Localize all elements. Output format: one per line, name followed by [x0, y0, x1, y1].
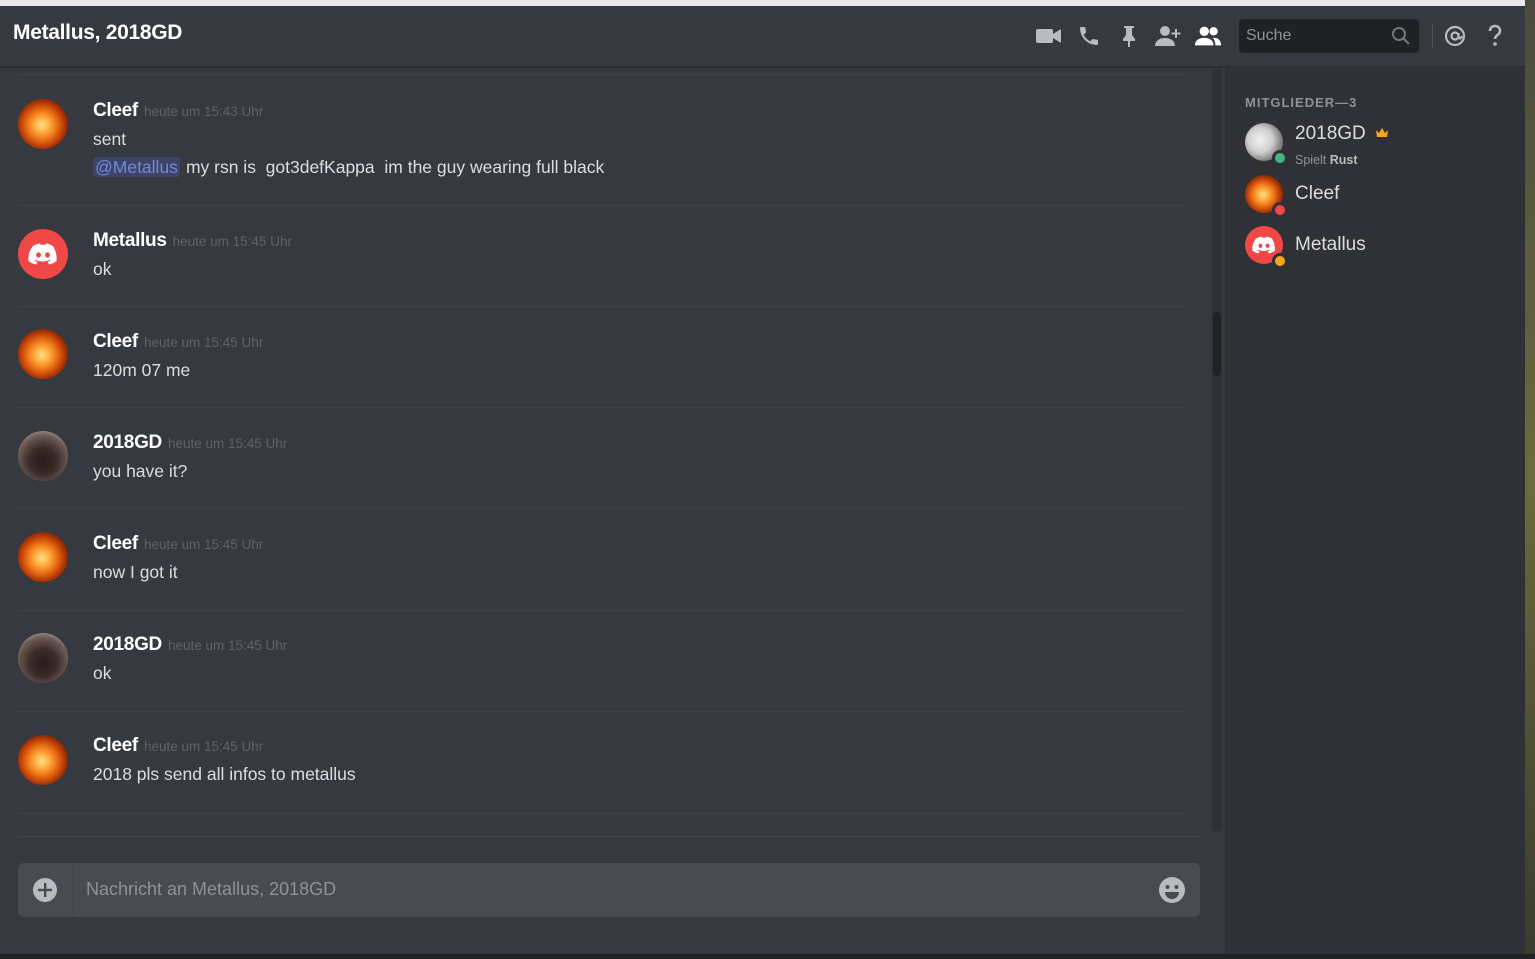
pin-icon[interactable]: [1115, 22, 1143, 50]
composer-divider: [18, 836, 1200, 837]
message: Cleef heute um 15:45 Uhr 120m 07 me: [18, 306, 1184, 407]
member-name: Metallus: [1295, 234, 1366, 255]
message-author[interactable]: Cleef heute um 15:45 Uhr: [93, 331, 263, 353]
message: 2018GD heute um 15:45 Uhr you have it?: [18, 407, 1184, 508]
message-timestamp: heute um 15:45 Uhr: [143, 335, 264, 350]
video-call-icon[interactable]: [1035, 22, 1063, 50]
background-window-edge: [1525, 0, 1535, 959]
message-text: you have it?: [93, 461, 188, 481]
member-item[interactable]: Cleef: [1245, 175, 1515, 219]
owner-crown-icon: [1376, 128, 1389, 137]
voice-call-icon[interactable]: [1075, 22, 1103, 50]
message-author[interactable]: Cleef heute um 15:43 Uhr: [93, 100, 263, 122]
search-icon[interactable]: [1391, 26, 1411, 51]
chat-scrollbar-track[interactable]: [1212, 67, 1222, 832]
avatar[interactable]: [18, 633, 68, 683]
message-text: 2018 pls send all infos to metallus: [93, 764, 356, 784]
message: 2018GD heute um 15:45 Uhr ok: [18, 610, 1184, 711]
emoji-picker-icon[interactable]: [1158, 876, 1186, 909]
header-divider: [1432, 24, 1433, 48]
message-text: @Metallus my rsn is got3defKappa im the g…: [93, 157, 605, 177]
message: Metallus heute um 15:45 Uhr ok: [18, 205, 1184, 306]
member-item[interactable]: Metallus: [1245, 226, 1515, 270]
message-author[interactable]: Cleef heute um 15:45 Uhr: [93, 735, 263, 757]
member-list-icon[interactable]: [1194, 22, 1222, 50]
avatar[interactable]: [18, 229, 68, 279]
member-item[interactable]: 2018GD Spielt Rust: [1245, 123, 1515, 167]
message-text: sent: [93, 129, 127, 149]
member-activity: Spielt Rust: [1295, 153, 1358, 167]
help-icon[interactable]: [1481, 22, 1509, 50]
status-online-indicator: [1272, 150, 1288, 166]
channel-header: Metallus, 2018GD Suche: [0, 6, 1525, 67]
member-name: 2018GD: [1295, 123, 1389, 145]
avatar[interactable]: [18, 532, 68, 582]
message-composer[interactable]: Nachricht an Metallus, 2018GD: [18, 863, 1200, 917]
window-bottom-strip: [0, 954, 1535, 959]
status-idle-indicator: [1272, 253, 1288, 269]
message-timestamp: heute um 15:45 Uhr: [167, 638, 288, 653]
chat-scrollbar-thumb[interactable]: [1213, 312, 1221, 376]
message-text: ok: [93, 663, 112, 683]
message-list[interactable]: Cleef heute um 15:43 Uhr sent @Metallus my…: [0, 67, 1210, 837]
message-author[interactable]: Cleef heute um 15:45 Uhr: [93, 533, 263, 555]
channel-title: Metallus, 2018GD: [13, 21, 183, 44]
member-list-title: MITGLIEDER—3: [1245, 95, 1358, 110]
discord-logo-icon: [1252, 236, 1275, 254]
message-text: ok: [93, 259, 112, 279]
status-dnd-indicator: [1272, 202, 1288, 218]
composer-separator: [73, 863, 74, 917]
message-timestamp: heute um 15:45 Uhr: [143, 537, 264, 552]
message: Cleef heute um 15:45 Uhr now I got it: [18, 508, 1184, 609]
avatar[interactable]: [18, 735, 68, 785]
member-name: Cleef: [1295, 183, 1340, 204]
message-text: now I got it: [93, 562, 178, 582]
message-author[interactable]: 2018GD heute um 15:45 Uhr: [93, 432, 287, 454]
message-timestamp: heute um 15:45 Uhr: [143, 739, 264, 754]
message-author[interactable]: Metallus heute um 15:45 Uhr: [93, 230, 292, 252]
message-timestamp: heute um 15:45 Uhr: [172, 234, 292, 249]
message: Cleef heute um 15:45 Uhr 2018 pls send al…: [18, 711, 1184, 814]
avatar[interactable]: [18, 431, 68, 481]
message: Cleef heute um 15:43 Uhr sent @Metallus my…: [18, 74, 1184, 205]
mention-icon[interactable]: [1441, 22, 1469, 50]
user-mention[interactable]: @Metallus: [93, 157, 180, 177]
message-timestamp: heute um 15:43 Uhr: [143, 104, 264, 119]
message-author[interactable]: 2018GD heute um 15:45 Uhr: [93, 634, 287, 656]
search-input[interactable]: Suche: [1239, 19, 1419, 53]
add-friend-icon[interactable]: [1154, 22, 1182, 50]
search-placeholder: Suche: [1246, 27, 1292, 44]
message-text: 120m 07 me: [93, 360, 191, 380]
message-input[interactable]: Nachricht an Metallus, 2018GD: [86, 879, 336, 900]
avatar[interactable]: [18, 329, 68, 379]
avatar[interactable]: [18, 99, 68, 149]
member-list: MITGLIEDER—3 2018GD Spielt Rust Cleef Me…: [1225, 67, 1525, 959]
discord-logo-icon: [28, 243, 57, 265]
upload-plus-icon[interactable]: [32, 877, 58, 903]
message-timestamp: heute um 15:45 Uhr: [167, 436, 288, 451]
